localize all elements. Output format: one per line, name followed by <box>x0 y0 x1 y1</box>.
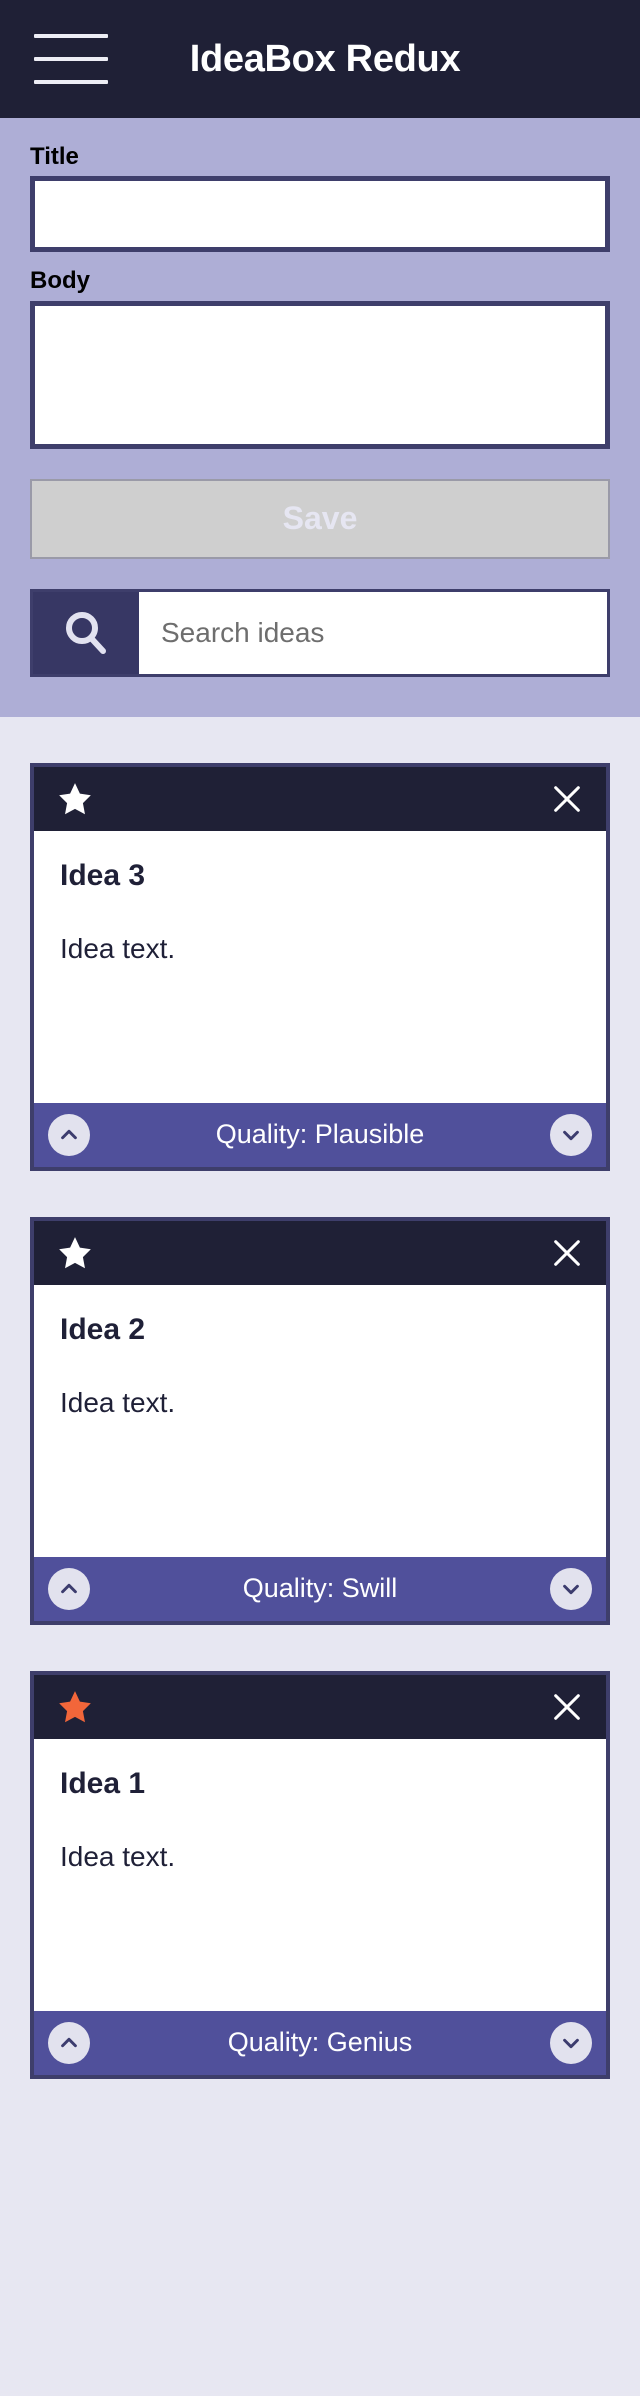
quality-up-button[interactable] <box>48 2021 90 2064</box>
chevron-down-icon <box>563 2038 579 2048</box>
idea-title: Idea 3 <box>60 858 146 892</box>
quality-up-button[interactable] <box>48 1113 90 1156</box>
chevron-up-icon <box>61 2037 77 2047</box>
hamburger-bar <box>34 57 108 61</box>
hamburger-bar <box>34 80 108 84</box>
idea-list: Idea 3 Idea text. Quality: Plausible Ide… <box>0 716 640 2396</box>
save-button[interactable]: Save <box>30 478 610 559</box>
form-spacer <box>30 252 610 268</box>
star-icon[interactable] <box>56 1234 94 1272</box>
idea-card: Idea 3 Idea text. Quality: Plausible <box>30 762 610 1171</box>
hamburger-bar <box>34 34 108 38</box>
chevron-up-icon <box>61 1129 77 1139</box>
search-icon[interactable] <box>33 591 139 674</box>
idea-card-footer: Quality: Genius <box>34 2010 606 2075</box>
page-title: IdeaBox Redux <box>189 37 461 80</box>
idea-card-footer: Quality: Swill <box>34 1556 606 1621</box>
title-input[interactable] <box>30 176 610 253</box>
quality-down-button[interactable] <box>550 2021 592 2064</box>
idea-card: Idea 1 Idea text. Quality: Genius <box>30 1670 610 2079</box>
quality-down-button[interactable] <box>550 1567 592 1610</box>
body-label: Body <box>30 267 90 295</box>
close-icon[interactable] <box>550 782 584 816</box>
idea-card-header <box>34 1674 606 1739</box>
quality-label: Quality: Swill <box>242 1573 398 1604</box>
title-label: Title <box>30 143 79 170</box>
app-header: IdeaBox Redux <box>0 0 640 118</box>
hamburger-menu-icon[interactable] <box>34 34 108 84</box>
idea-body-text: Idea text. <box>60 1386 176 1418</box>
star-icon[interactable] <box>56 1688 94 1726</box>
idea-card-header <box>34 1220 606 1285</box>
quality-label: Quality: Genius <box>227 2027 413 2058</box>
close-icon[interactable] <box>550 1690 584 1724</box>
quality-label: Quality: Plausible <box>215 1119 425 1150</box>
search-bar <box>30 588 610 677</box>
idea-card-body: Idea 2 Idea text. <box>34 1284 606 1557</box>
idea-body-text: Idea text. <box>60 932 176 964</box>
idea-title: Idea 1 <box>60 1766 146 1800</box>
idea-card-footer: Quality: Plausible <box>34 1102 606 1167</box>
close-icon[interactable] <box>550 1236 584 1270</box>
quality-up-button[interactable] <box>48 1567 90 1610</box>
idea-card-header <box>34 766 606 831</box>
star-icon[interactable] <box>56 780 94 818</box>
chevron-down-icon <box>563 1584 579 1594</box>
chevron-down-icon <box>563 1130 579 1140</box>
body-input[interactable] <box>30 300 610 449</box>
idea-card-body: Idea 1 Idea text. <box>34 1738 606 2011</box>
quality-down-button[interactable] <box>550 1113 592 1156</box>
idea-card-body: Idea 3 Idea text. <box>34 830 606 1103</box>
idea-body-text: Idea text. <box>60 1840 176 1872</box>
search-input[interactable] <box>139 591 607 674</box>
idea-title: Idea 2 <box>60 1312 146 1346</box>
app-root: IdeaBox Redux Title Body Save Search ide… <box>0 0 640 2396</box>
chevron-up-icon <box>61 1583 77 1593</box>
idea-card: Idea 2 Idea text. Quality: Swill <box>30 1216 610 1625</box>
idea-form: Title Body Save <box>0 118 640 717</box>
